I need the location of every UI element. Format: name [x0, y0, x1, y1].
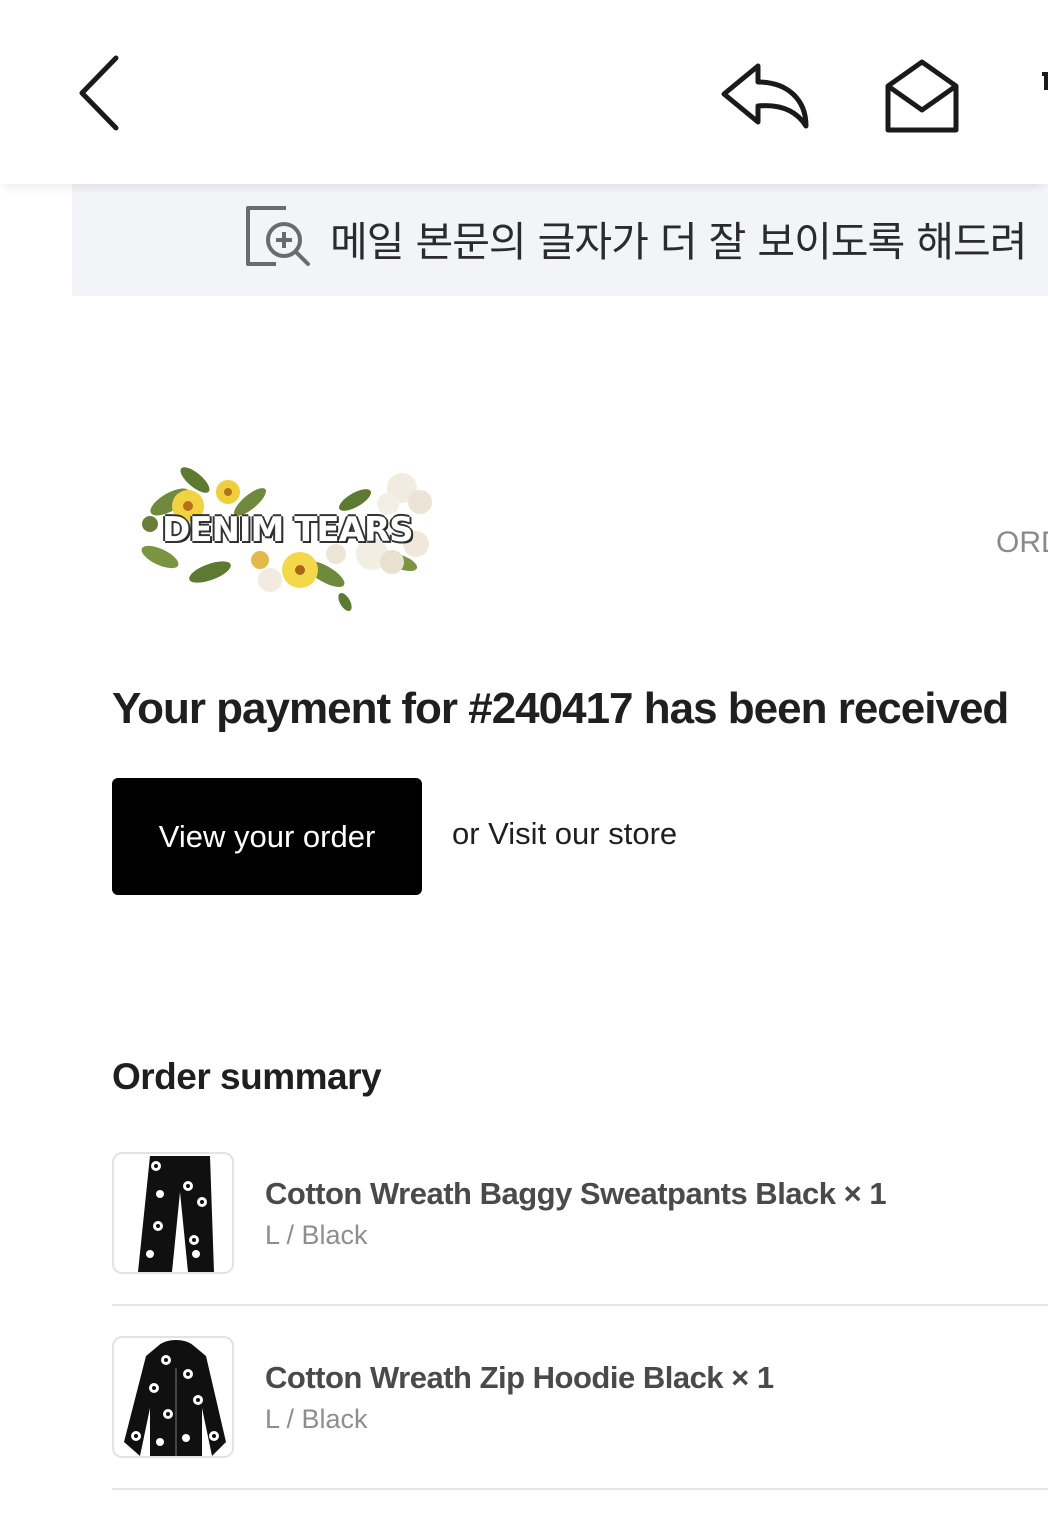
item-variant: L / Black: [265, 1220, 368, 1250]
readability-banner[interactable]: 메일 본문의 글자가 더 잘 보이도록 해드려: [72, 184, 1048, 296]
mail-toolbar: [0, 0, 1048, 184]
divider: [112, 1304, 1048, 1306]
brand-logo: DENIM TEARS: [140, 462, 440, 612]
order-number-label: ORD: [996, 526, 1048, 559]
item-name[interactable]: Cotton Wreath Zip Hoodie Black × 1: [265, 1360, 774, 1396]
visit-store-link[interactable]: or Visit our store: [452, 816, 677, 852]
chevron-left-icon[interactable]: [70, 50, 130, 136]
envelope-open-icon[interactable]: [882, 56, 962, 136]
brand-logo-text: DENIM TEARS: [162, 510, 414, 550]
order-summary-title: Order summary: [112, 1056, 382, 1097]
zoom-in-document-icon: [242, 204, 312, 270]
item-variant: L / Black: [265, 1404, 368, 1434]
more-icon[interactable]: [1030, 66, 1048, 96]
order-item: Cotton Wreath Zip Hoodie Black × 1 L / B…: [112, 1336, 1048, 1520]
reply-icon[interactable]: [718, 60, 814, 132]
hoodie-image: [112, 1336, 234, 1458]
order-item: Cotton Wreath Baggy Sweatpants Black × 1…: [112, 1152, 1048, 1336]
view-order-button[interactable]: View your order: [112, 778, 422, 895]
banner-text: 메일 본문의 글자가 더 잘 보이도록 해드려: [330, 218, 1027, 266]
divider: [112, 1488, 1048, 1490]
payment-headline: Your payment for #240417 has been receiv…: [112, 684, 1009, 733]
sweatpants-image: [112, 1152, 234, 1274]
item-name[interactable]: Cotton Wreath Baggy Sweatpants Black × 1: [265, 1176, 887, 1212]
